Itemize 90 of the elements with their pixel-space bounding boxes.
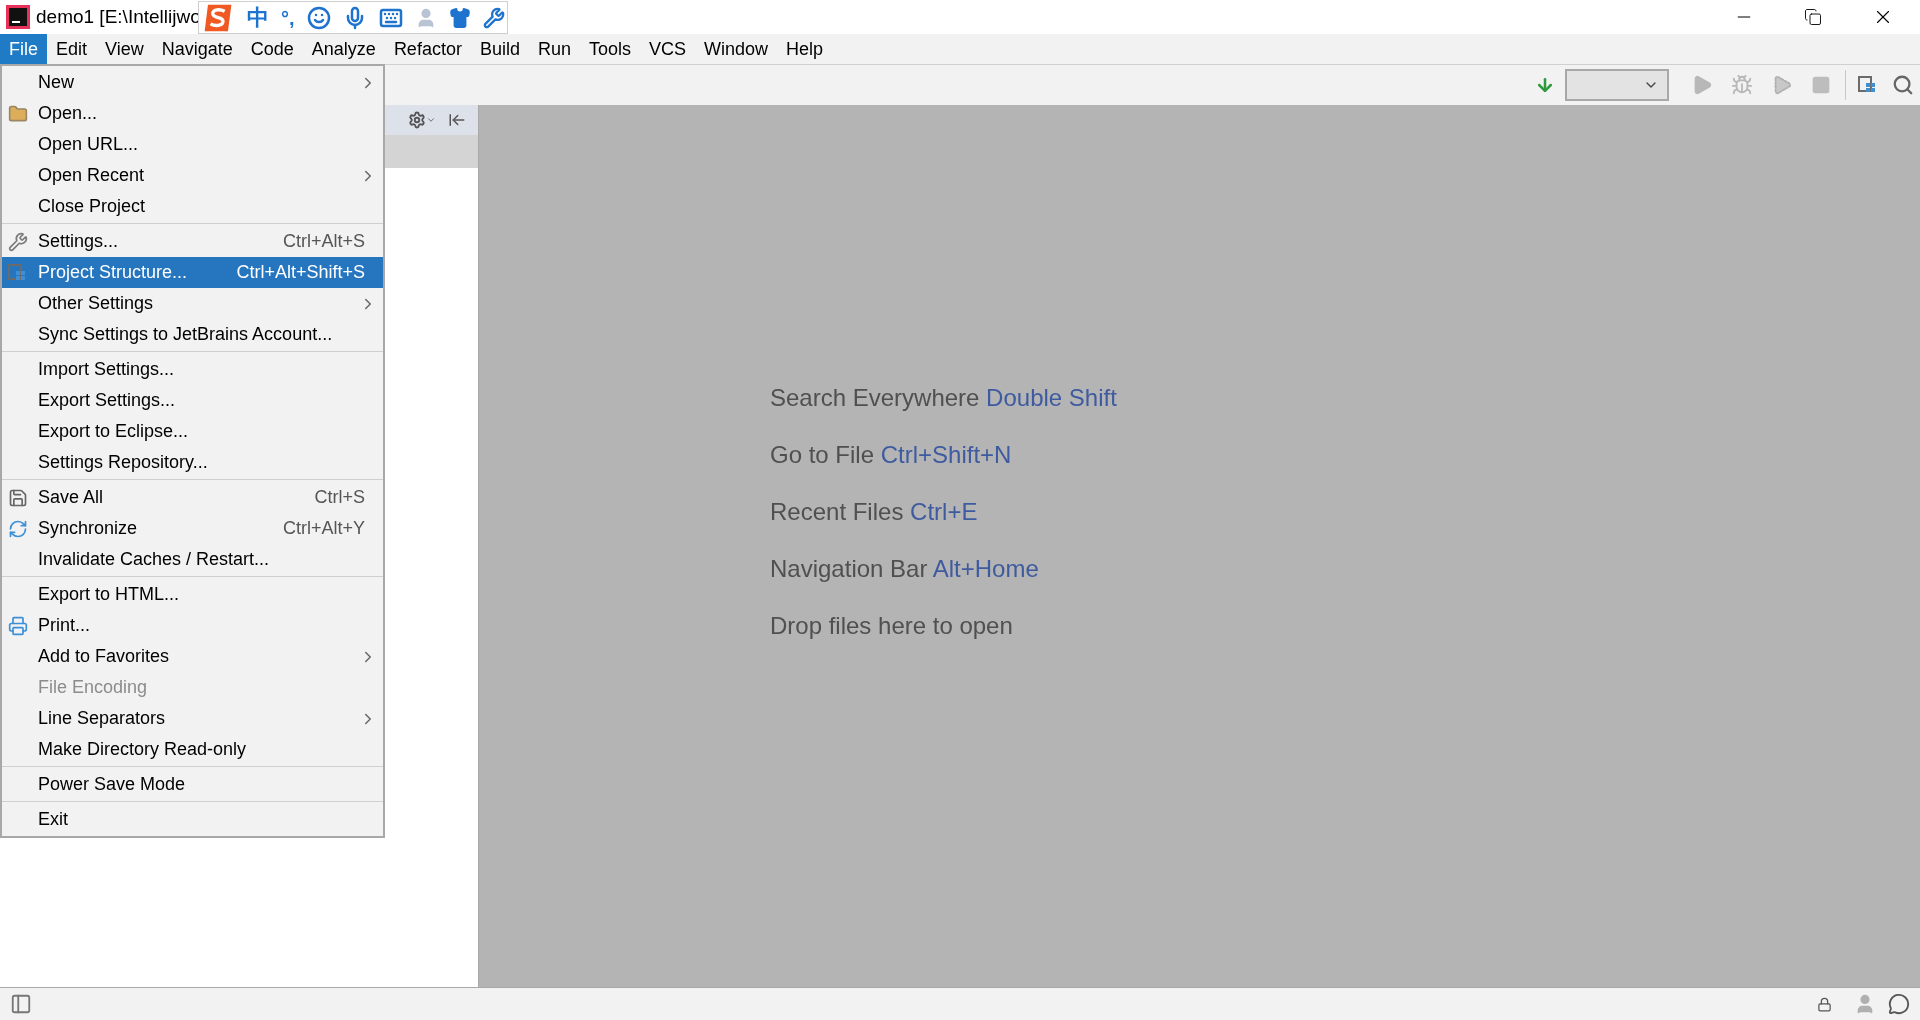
menu-item-label: Other Settings — [38, 292, 154, 315]
menu-item[interactable]: Import Settings... — [2, 354, 383, 385]
menu-bar-item[interactable]: Tools — [579, 34, 640, 64]
menu-item[interactable]: Exit — [2, 804, 383, 835]
menu-item-label: Open... — [38, 102, 98, 125]
shirt-icon[interactable] — [448, 6, 471, 29]
editor-hint: Search Everywhere Double Shift — [770, 383, 1118, 413]
lock-icon[interactable] — [1817, 996, 1832, 1012]
menu-item-label: Settings Repository... — [38, 451, 208, 474]
menu-item-label: Line Separators — [38, 707, 166, 730]
wrench-icon[interactable] — [482, 6, 505, 29]
menu-bar-item[interactable]: View — [96, 34, 153, 64]
menu-item[interactable]: Open Recent — [2, 160, 383, 191]
menu-item-label: File Encoding — [38, 676, 148, 699]
menu-item-label: Open Recent — [38, 164, 145, 187]
grid-icon — [8, 262, 28, 283]
menu-item-label: Export to Eclipse... — [38, 420, 189, 443]
menu-item-label: Invalidate Caches / Restart... — [38, 548, 270, 571]
editor-hint: Drop files here to open — [770, 611, 1014, 641]
menu-bar-item[interactable]: Window — [695, 34, 778, 64]
menu-item[interactable]: Print... — [2, 610, 383, 641]
menu-item-label: Project Structure... — [38, 261, 188, 284]
panel-toggle-icon[interactable] — [10, 993, 32, 1015]
menu-item-label: Import Settings... — [38, 358, 175, 381]
printer-icon — [8, 615, 28, 636]
menu-item-label: Make Directory Read-only — [38, 738, 247, 761]
menu-item-label: Close Project — [38, 195, 146, 218]
sync-icon — [8, 518, 28, 539]
menu-item[interactable]: Close Project — [2, 191, 383, 222]
menu-item-label: Open URL... — [38, 133, 139, 156]
menu-item-label: Sync Settings to JetBrains Account... — [38, 323, 333, 346]
menu-bar-item[interactable]: Edit — [47, 34, 97, 64]
shortcut-label: Ctrl+Alt+Y — [282, 517, 365, 540]
menu-item-label: Export to HTML... — [38, 583, 180, 606]
menu-item[interactable]: Settings... Ctrl+Alt+S — [2, 226, 383, 257]
wrench-icon — [8, 231, 28, 252]
menu-item[interactable]: New — [2, 67, 383, 98]
punctuation-toggle[interactable]: °, — [281, 2, 295, 33]
menu-item[interactable]: Line Separators — [2, 703, 383, 734]
menu-bar-item[interactable]: Build — [470, 34, 529, 64]
smiley-icon[interactable] — [306, 5, 331, 30]
app-logo-icon — [6, 5, 30, 29]
project-structure-icon — [1858, 75, 1878, 95]
menu-item[interactable]: Save All Ctrl+S — [2, 482, 383, 513]
build-icon[interactable] — [1535, 75, 1555, 95]
folder-icon — [8, 103, 28, 124]
shortcut-label: Ctrl+Alt+Shift+S — [236, 261, 365, 284]
menu-item[interactable]: Export to HTML... — [2, 579, 383, 610]
menu-bar-item[interactable]: Code — [241, 34, 303, 64]
menu-bar-item[interactable]: Run — [528, 34, 580, 64]
search-icon[interactable] — [1892, 74, 1914, 96]
menu-item[interactable]: Project Structure... Ctrl+Alt+Shift+S — [2, 257, 383, 288]
menu-item-label: Add to Favorites — [38, 645, 170, 668]
chat-bubble-icon[interactable] — [1888, 993, 1910, 1015]
menu-bar-item[interactable]: Navigate — [152, 34, 242, 64]
menu-item-label: Export Settings... — [38, 389, 176, 412]
menu-item-label: Exit — [38, 808, 68, 831]
editor-hint: Recent Files Ctrl+E — [770, 497, 979, 527]
menu-bar-item[interactable]: VCS — [640, 34, 695, 64]
menu-item[interactable]: Open... — [2, 98, 383, 129]
menu-bar-item[interactable]: Help — [777, 34, 833, 64]
menu-item[interactable]: Open URL... — [2, 129, 383, 160]
menu-item-label: New — [38, 71, 74, 94]
menu-item[interactable]: Settings Repository... — [2, 447, 383, 478]
menu-item-label: Print... — [38, 614, 90, 637]
menu-bar-item[interactable]: File — [0, 34, 47, 64]
menu-item[interactable]: Add to Favorites — [2, 641, 383, 672]
menu-item[interactable]: Invalidate Caches / Restart... — [2, 544, 383, 575]
menu-item-label: Save All — [38, 486, 104, 509]
gear-icon[interactable] — [408, 111, 436, 129]
menu-item[interactable]: Synchronize Ctrl+Alt+Y — [2, 513, 383, 544]
menu-bar-item[interactable]: Refactor — [384, 34, 471, 64]
menu-item-label: Settings... — [38, 230, 119, 253]
editor-hint: Navigation Bar Alt+Home — [770, 554, 1040, 584]
menu-item[interactable]: Other Settings — [2, 288, 383, 319]
menu-bar-item[interactable]: Analyze — [302, 34, 385, 64]
shortcut-label: Ctrl+S — [314, 486, 365, 509]
editor-hint: Go to File Ctrl+Shift+N — [770, 440, 1013, 470]
hide-panel-icon[interactable] — [448, 111, 466, 129]
menu-item-label: Power Save Mode — [38, 773, 186, 796]
menu-item[interactable]: Export Settings... — [2, 385, 383, 416]
menu-item[interactable]: Sync Settings to JetBrains Account... — [2, 319, 383, 350]
menu-item[interactable]: Export to Eclipse... — [2, 416, 383, 447]
window-title: demo1 [E:\Intellijwo — [36, 4, 201, 29]
menu-item[interactable]: Make Directory Read-only — [2, 734, 383, 765]
shortcut-label: Ctrl+Alt+S — [282, 230, 365, 253]
menu-item[interactable]: Power Save Mode — [2, 769, 383, 800]
restore-icon[interactable] — [1804, 8, 1822, 26]
input-mode-toggle[interactable]: 中 — [247, 1, 269, 34]
menu-item-label: Synchronize — [38, 517, 138, 540]
